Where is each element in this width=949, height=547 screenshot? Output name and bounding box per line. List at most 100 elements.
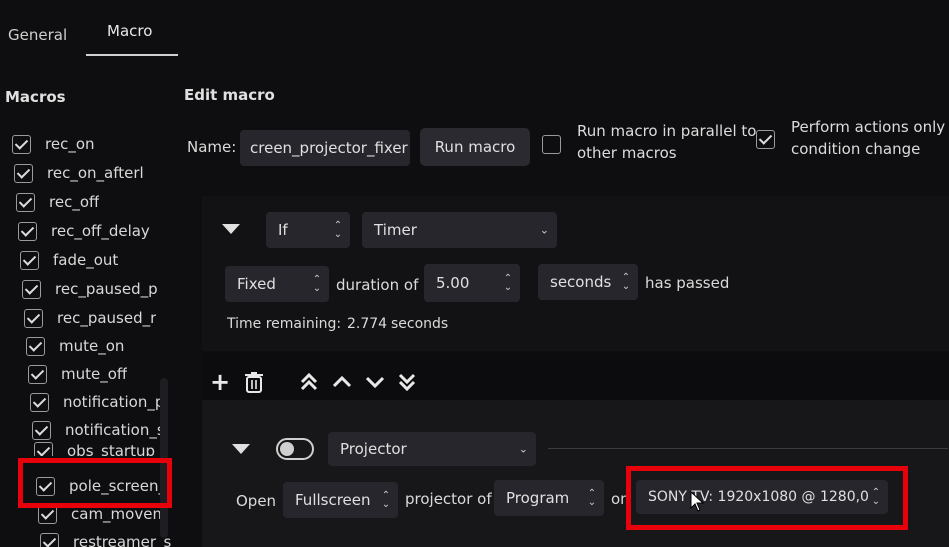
run-parallel-line2: other macros [577,144,677,162]
checkbox[interactable] [14,163,33,183]
macros-sidebar: Macros rec_on rec_on_afterl rec_off rec_… [0,58,180,547]
add-action-button[interactable]: + [206,368,234,396]
duration-spinbox[interactable]: 5.00 ⌃ ⌄ [424,264,520,302]
double-chevron-down-icon [398,373,416,392]
list-item[interactable]: obs_startup [34,442,155,456]
checkbox[interactable] [36,476,55,496]
spin-arrows-icon[interactable]: ⌃ ⌄ [502,274,514,293]
monitor-value: SONY TV: 1920x1080 @ 1280,0 [648,489,869,505]
checkbox[interactable] [24,308,43,328]
list-item[interactable]: rec_paused_r [24,304,156,332]
checkbox[interactable] [26,336,45,356]
collapse-action-icon[interactable] [232,444,250,454]
checkbox[interactable] [20,250,39,270]
action-type-select[interactable]: Projector ⌄ [328,432,536,466]
chevron-down-icon: ⌄ [539,223,549,237]
macro-label: rec_on_afterl [47,164,144,182]
condition-type-value: Timer [374,221,417,239]
move-top-button[interactable] [295,368,323,396]
updown-icon: ⌃ ⌄ [381,490,391,510]
duration-of-label: duration of [336,276,419,294]
macro-label: rec_paused_r [57,309,157,327]
has-passed-label: has passed [645,274,730,292]
list-item-selected[interactable]: pole_screen_ [36,472,166,500]
macro-label: notification_s [65,421,165,439]
projector-source-select[interactable]: Program ⌃ ⌄ [494,480,604,516]
updown-icon: ⌃ ⌄ [312,274,322,294]
list-item[interactable]: rec_on [12,130,95,158]
move-bottom-button[interactable] [393,368,421,396]
list-item[interactable]: mute_on [26,332,124,360]
checkbox[interactable] [34,442,53,456]
tab-general[interactable]: General [8,26,67,44]
macros-heading: Macros [5,88,66,106]
delete-action-button[interactable] [240,368,268,396]
run-macro-button[interactable]: Run macro [420,128,530,166]
checkbox[interactable] [12,134,31,154]
run-parallel-label: Run macro in parallel to other macros [577,120,756,164]
list-item[interactable]: cam_movem [38,500,167,528]
active-tab-indicator [86,54,178,56]
duration-unit-select[interactable]: seconds ⌃ ⌄ [538,264,638,300]
checkbox[interactable] [30,392,49,412]
macro-label: mute_off [61,365,128,383]
macro-label: rec_on [45,135,95,153]
updown-icon: ⌃ ⌄ [871,487,881,507]
list-item[interactable]: rec_paused_p [22,275,158,303]
list-item[interactable]: rec_off [16,188,99,216]
macro-label: pole_screen_ [69,477,166,495]
run-parallel-checkbox[interactable] [542,135,561,154]
trash-icon [245,372,263,393]
chevron-up-icon [332,375,352,388]
edit-macro-panel: Edit macro Name: creen_projector_fixer R… [180,58,949,547]
plus-icon: + [209,368,231,396]
condition-type-select[interactable]: Timer ⌄ [362,212,557,248]
action-enable-toggle[interactable] [276,438,314,460]
time-remaining-unit: seconds [391,316,449,332]
checkbox[interactable] [16,192,35,212]
list-item[interactable]: restreamer_s [40,528,171,547]
tab-macro[interactable]: Macro [107,22,152,40]
duration-mode-select[interactable]: Fixed ⌃ ⌄ [225,266,329,302]
logic-value: If [278,221,288,239]
macro-label: rec_off [49,193,100,211]
list-item[interactable]: notification_p [30,388,164,416]
section-divider [548,448,948,449]
projector-of-label: projector of [405,490,492,508]
checkbox[interactable] [32,420,51,440]
checkbox[interactable] [22,279,41,299]
perform-on-change-checkbox[interactable] [756,130,775,149]
toggle-knob [280,442,294,456]
edit-macro-heading: Edit macro [184,86,275,104]
updown-icon: ⌃ ⌄ [333,220,343,240]
macro-label: rec_off_delay [51,222,150,240]
sidebar-scrollbar[interactable] [160,378,168,538]
logic-select[interactable]: If ⌃ ⌄ [266,212,350,248]
list-item[interactable]: mute_off [28,360,127,388]
action-section [202,400,949,547]
window-mode-value: Fullscreen [295,491,371,509]
run-parallel-line1: Run macro in parallel to [577,122,757,140]
duration-mode-value: Fixed [237,275,276,293]
updown-icon: ⌃ ⌄ [621,272,631,292]
macro-label: restreamer_s [73,533,172,547]
checkbox[interactable] [28,364,47,384]
move-up-button[interactable] [328,368,356,396]
list-item[interactable]: notification_s [32,416,165,444]
duration-value: 5.00 [436,274,470,292]
checkbox[interactable] [18,221,37,241]
move-down-button[interactable] [361,368,389,396]
collapse-condition-icon[interactable] [222,224,240,234]
list-item[interactable]: rec_off_delay [18,217,150,245]
window-mode-select[interactable]: Fullscreen ⌃ ⌄ [283,482,398,518]
macro-label: mute_on [59,337,125,355]
macro-name-input[interactable]: creen_projector_fixer [240,130,410,166]
checkbox[interactable] [38,504,57,524]
projector-source-value: Program [506,489,570,507]
action-type-value: Projector [340,440,407,458]
monitor-select[interactable]: SONY TV: 1920x1080 @ 1280,0 ⌃ ⌄ [636,480,888,514]
list-item[interactable]: fade_out [20,246,118,274]
time-remaining-value: 2.774 [347,316,388,332]
checkbox[interactable] [40,532,59,547]
list-item[interactable]: rec_on_afterl [14,159,144,187]
